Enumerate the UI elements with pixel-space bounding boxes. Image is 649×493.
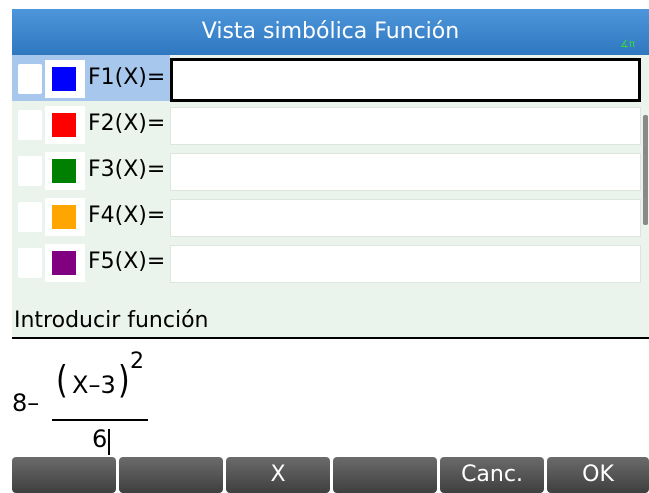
calculator-screen: Vista simbólica Función ∡π F1(X)= F2(X)= xyxy=(0,0,649,493)
x-button[interactable]: X xyxy=(226,457,330,493)
color-swatch xyxy=(52,113,76,137)
exponent: 2 xyxy=(130,349,144,374)
title-bar: Vista simbólica Función ∡π xyxy=(12,9,649,55)
color-swatch xyxy=(52,251,76,275)
color-swatch xyxy=(52,205,76,229)
function-label: F5(X)= xyxy=(88,249,166,274)
fraction-bar xyxy=(52,419,148,421)
expression-prefix: 8– xyxy=(12,389,40,417)
ok-button[interactable]: OK xyxy=(547,457,649,493)
color-swatch xyxy=(52,67,76,91)
angle-mode-icon: ∡π xyxy=(620,39,635,50)
fraction: ( X–3 ) 2 6 xyxy=(52,349,148,455)
edit-line[interactable]: 8– ( X–3 ) 2 6 xyxy=(12,339,649,457)
function-input-f5[interactable] xyxy=(170,245,641,283)
open-paren: ( xyxy=(56,358,68,403)
input-prompt: Introducir función xyxy=(12,305,649,337)
color-picker[interactable] xyxy=(45,60,85,98)
function-checkbox[interactable] xyxy=(18,248,42,278)
color-picker[interactable] xyxy=(45,106,85,144)
function-row-f3[interactable]: F3(X)= xyxy=(12,147,649,193)
function-list: F1(X)= F2(X)= F3(X)= F4(X)= F5(X)= xyxy=(12,55,649,305)
cancel-button[interactable]: Canc. xyxy=(440,457,544,493)
function-input-f4[interactable] xyxy=(170,199,641,237)
function-row-f4[interactable]: F4(X)= xyxy=(12,193,649,239)
scrollbar[interactable] xyxy=(641,55,649,305)
color-picker[interactable] xyxy=(45,244,85,282)
color-picker[interactable] xyxy=(45,152,85,190)
fraction-numerator: X–3 xyxy=(72,371,116,399)
softkey-2[interactable] xyxy=(119,457,223,493)
text-cursor xyxy=(108,429,110,455)
scrollbar-thumb[interactable] xyxy=(643,115,648,225)
softkey-1[interactable] xyxy=(12,457,116,493)
function-row-f2[interactable]: F2(X)= xyxy=(12,101,649,147)
function-label: F2(X)= xyxy=(88,111,166,136)
fraction-denominator: 6 xyxy=(92,425,108,453)
function-input-f3[interactable] xyxy=(170,153,641,191)
function-checkbox[interactable] xyxy=(18,156,42,186)
function-label: F3(X)= xyxy=(88,157,166,182)
view-title: Vista simbólica Función xyxy=(201,19,460,44)
softkey-bar: X Canc. OK xyxy=(12,457,649,493)
function-label: F1(X)= xyxy=(88,65,166,90)
function-input-f2[interactable] xyxy=(170,107,641,145)
function-checkbox[interactable] xyxy=(18,202,42,232)
function-label: F4(X)= xyxy=(88,203,166,228)
function-checkbox[interactable] xyxy=(18,64,42,94)
function-row-f5[interactable]: F5(X)= xyxy=(12,239,649,285)
color-picker[interactable] xyxy=(45,198,85,236)
softkey-4[interactable] xyxy=(333,457,437,493)
close-paren: ) xyxy=(118,358,130,403)
function-row-f1[interactable]: F1(X)= xyxy=(12,55,649,102)
function-input-f1[interactable] xyxy=(170,58,641,102)
function-checkbox[interactable] xyxy=(18,110,42,140)
color-swatch xyxy=(52,159,76,183)
